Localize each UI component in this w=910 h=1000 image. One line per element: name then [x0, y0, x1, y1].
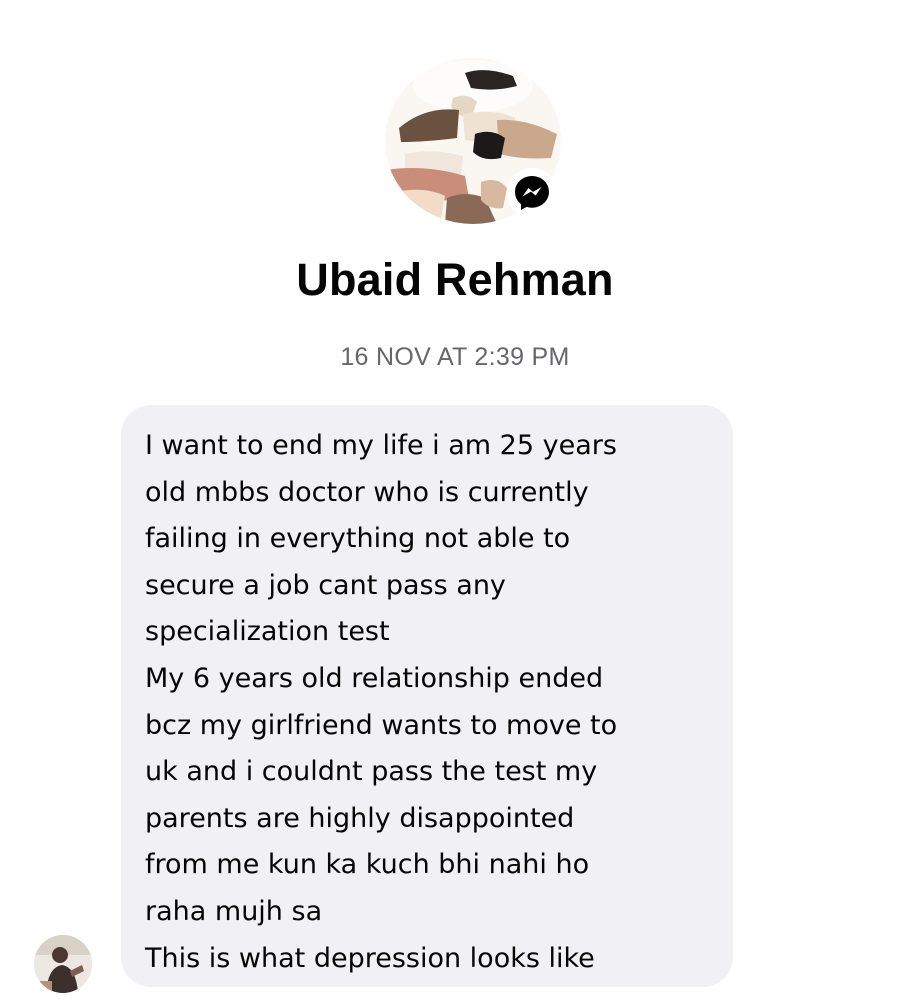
contact-name[interactable]: Ubaid Rehman: [0, 254, 910, 306]
messenger-icon: [515, 176, 549, 210]
message-timestamp: 16 NOV AT 2:39 PM: [340, 343, 570, 371]
sender-avatar[interactable]: [34, 935, 92, 993]
messenger-badge: [507, 168, 557, 218]
avatar-image: [34, 935, 92, 993]
message-bubble[interactable]: I want to end my life i am 25 years old …: [121, 405, 733, 987]
message-text: I want to end my life i am 25 years old …: [145, 430, 618, 974]
